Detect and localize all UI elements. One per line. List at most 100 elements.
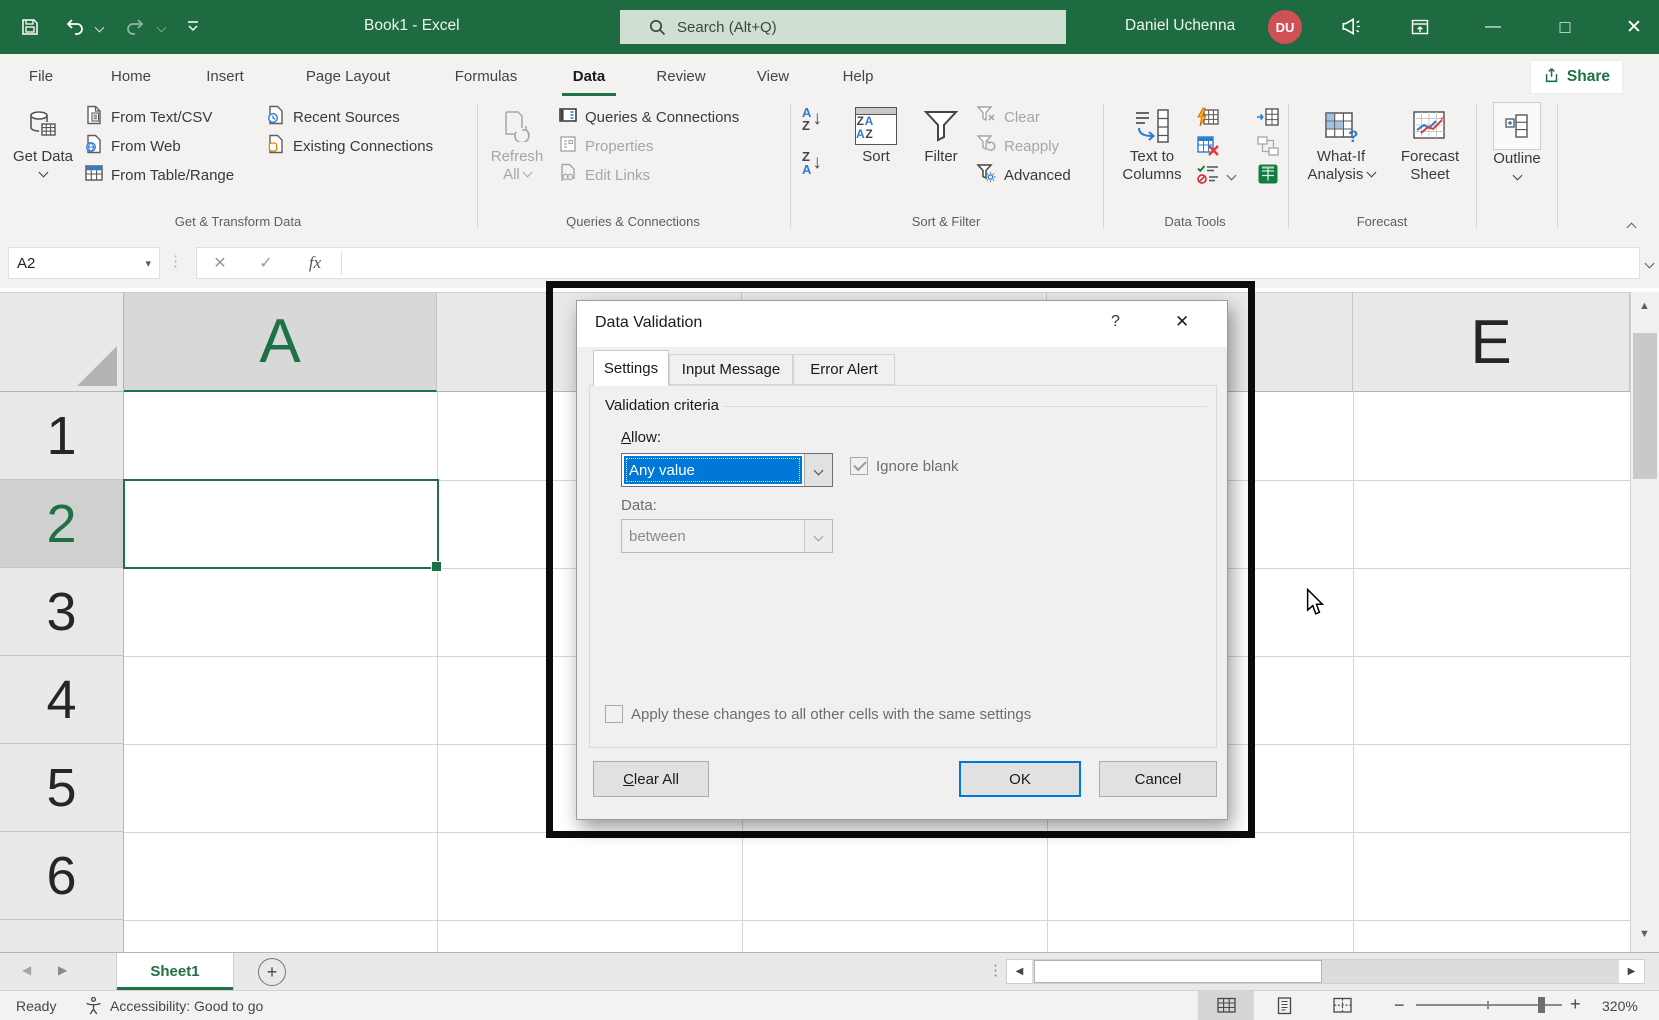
data-model-icon[interactable] xyxy=(1256,162,1280,191)
formula-bar-splitter[interactable]: ⋮ xyxy=(168,252,184,270)
cancel-entry-icon[interactable]: ✕ xyxy=(197,253,243,273)
sort-az-button[interactable]: AZ↓ xyxy=(802,106,822,132)
row-header-3[interactable]: 3 xyxy=(0,568,124,656)
apply-changes-checkbox[interactable] xyxy=(605,705,623,723)
avatar[interactable]: DU xyxy=(1268,10,1302,44)
dialog-help-icon[interactable]: ? xyxy=(1111,313,1120,331)
advanced-filter-button[interactable]: Advanced xyxy=(976,161,1071,189)
hscroll-left-icon[interactable]: ◀ xyxy=(1007,960,1032,983)
ignore-blank-checkbox[interactable] xyxy=(850,457,868,475)
horizontal-scrollbar[interactable]: ◀ ▶ xyxy=(1006,959,1645,984)
from-web-button[interactable]: From Web xyxy=(84,132,181,160)
select-all-button[interactable] xyxy=(0,292,124,392)
tab-help[interactable]: Help xyxy=(834,54,882,98)
customize-qat-icon[interactable] xyxy=(184,17,202,35)
text-to-columns-button[interactable]: Text to Columns xyxy=(1110,104,1194,184)
page-break-view-button[interactable] xyxy=(1314,991,1370,1020)
clear-filter-button[interactable]: Clear xyxy=(976,103,1040,131)
row-header-4[interactable]: 4 xyxy=(0,656,124,744)
what-if-analysis-button[interactable]: ? What-If Analysis xyxy=(1296,104,1386,184)
hscroll-right-icon[interactable]: ▶ xyxy=(1619,960,1644,983)
flash-fill-icon[interactable] xyxy=(1196,106,1220,135)
zoom-slider-thumb[interactable] xyxy=(1538,997,1545,1013)
share-button[interactable]: Share xyxy=(1530,60,1623,94)
from-table-range-button[interactable]: From Table/Range xyxy=(84,161,234,189)
consolidate-icon[interactable] xyxy=(1256,106,1280,135)
scroll-up-icon[interactable]: ▲ xyxy=(1639,300,1650,312)
collapse-ribbon-icon[interactable] xyxy=(1627,223,1637,233)
from-text-csv-button[interactable]: From Text/CSV xyxy=(84,103,212,131)
sort-za-button[interactable]: ZA↓ xyxy=(802,150,822,176)
get-data-button[interactable]: Get Data xyxy=(10,104,76,184)
forecast-sheet-button[interactable]: Forecast Sheet xyxy=(1390,104,1470,184)
dialog-close-icon[interactable]: ✕ xyxy=(1175,312,1189,332)
zoom-in-button[interactable]: + xyxy=(1570,994,1581,1015)
expand-formula-bar-icon[interactable] xyxy=(1645,259,1655,269)
user-name[interactable]: Daniel Uchenna xyxy=(1125,17,1235,35)
allow-dropdown[interactable]: Any value xyxy=(621,453,833,487)
redo-icon[interactable] xyxy=(124,16,146,38)
queries-connections-button[interactable]: Queries & Connections xyxy=(558,103,739,131)
save-icon[interactable] xyxy=(20,17,40,37)
undo-icon[interactable] xyxy=(64,16,86,38)
existing-connections-button[interactable]: Existing Connections xyxy=(266,132,433,160)
maximize-button[interactable]: □ xyxy=(1540,0,1590,54)
ribbon-display-options-icon[interactable] xyxy=(1410,17,1430,37)
row-header-5[interactable]: 5 xyxy=(0,744,124,832)
data-dropdown-button[interactable] xyxy=(804,520,832,552)
name-box-dropdown-icon[interactable]: ▾ xyxy=(145,257,151,270)
sheet-nav-right-icon[interactable]: ▶ xyxy=(58,963,67,977)
cancel-button[interactable]: Cancel xyxy=(1099,761,1217,797)
redo-dropdown-icon[interactable] xyxy=(157,23,167,33)
tab-insert[interactable]: Insert xyxy=(198,54,252,98)
tab-formulas[interactable]: Formulas xyxy=(444,54,528,98)
horizontal-scrollbar-thumb[interactable] xyxy=(1034,960,1322,983)
accessibility-icon[interactable] xyxy=(84,996,103,1018)
scroll-down-icon[interactable]: ▼ xyxy=(1639,928,1650,940)
page-layout-view-button[interactable] xyxy=(1256,991,1312,1020)
new-sheet-button[interactable]: + xyxy=(258,958,286,986)
zoom-level[interactable]: 320% xyxy=(1602,998,1638,1014)
data-dropdown[interactable]: between xyxy=(621,519,833,553)
tab-view[interactable]: View xyxy=(750,54,796,98)
dialog-caption[interactable]: Data Validation ? ✕ xyxy=(577,301,1227,347)
properties-button[interactable]: Properties xyxy=(558,132,653,160)
column-header-e[interactable]: E xyxy=(1353,292,1630,392)
normal-view-button[interactable] xyxy=(1198,991,1254,1020)
data-validation-icon[interactable] xyxy=(1196,162,1220,191)
accessibility-status[interactable]: Accessibility: Good to go xyxy=(110,998,263,1014)
edit-links-button[interactable]: Edit Links xyxy=(558,161,650,189)
relationships-icon[interactable] xyxy=(1256,134,1280,163)
tab-data[interactable]: Data xyxy=(564,54,614,98)
name-box[interactable]: A2 ▾ xyxy=(8,247,160,279)
confirm-entry-icon[interactable]: ✓ xyxy=(243,253,289,273)
row-header-partial[interactable] xyxy=(0,920,124,952)
column-header-a[interactable]: A xyxy=(124,292,437,392)
insert-function-icon[interactable]: fx xyxy=(289,253,341,273)
data-validation-dropdown-icon[interactable] xyxy=(1227,171,1237,181)
tab-page-layout[interactable]: Page Layout xyxy=(300,54,396,98)
announcement-icon[interactable] xyxy=(1340,16,1362,38)
fill-handle[interactable] xyxy=(431,561,442,572)
search-input[interactable]: Search (Alt+Q) xyxy=(620,10,1066,44)
dialog-tab-settings[interactable]: Settings xyxy=(593,350,669,386)
undo-dropdown-icon[interactable] xyxy=(95,23,105,33)
tab-review[interactable]: Review xyxy=(650,54,712,98)
tab-scrollbar-splitter[interactable]: ⋮ xyxy=(988,961,1003,979)
close-button[interactable]: ✕ xyxy=(1609,0,1659,54)
ok-button[interactable]: OK xyxy=(959,761,1081,797)
sheet-tab-sheet1[interactable]: Sheet1 xyxy=(116,953,234,990)
dialog-tab-error-alert[interactable]: Error Alert xyxy=(793,354,895,385)
tab-file[interactable]: File xyxy=(18,54,64,98)
vertical-scrollbar-thumb[interactable] xyxy=(1633,333,1657,479)
zoom-out-button[interactable]: − xyxy=(1394,995,1405,1016)
dialog-tab-input-message[interactable]: Input Message xyxy=(669,354,793,385)
allow-dropdown-button[interactable] xyxy=(804,454,832,486)
recent-sources-button[interactable]: Recent Sources xyxy=(266,103,400,131)
refresh-all-button[interactable]: Refresh All xyxy=(484,104,550,184)
row-header-6[interactable]: 6 xyxy=(0,832,124,920)
outline-button[interactable]: Outline xyxy=(1488,102,1546,179)
sheet-nav-left-icon[interactable]: ◀ xyxy=(22,963,31,977)
row-header-2[interactable]: 2 xyxy=(0,480,124,568)
row-header-1[interactable]: 1 xyxy=(0,392,124,480)
